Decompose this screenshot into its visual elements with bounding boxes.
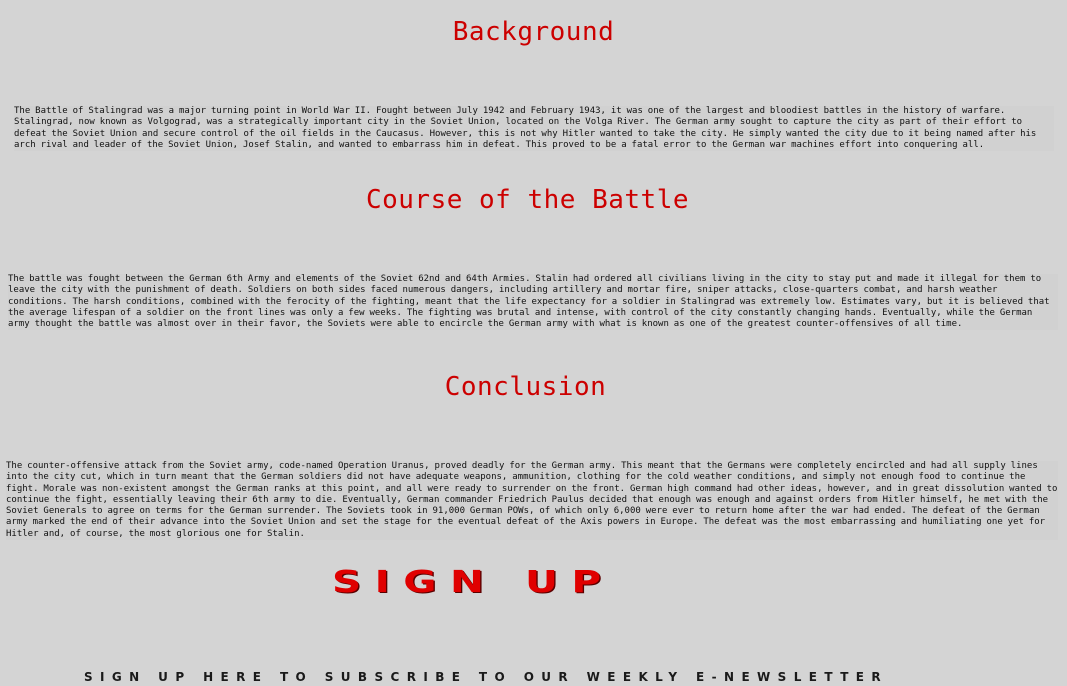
background-paragraph: The Battle of Stalingrad was a major tur… bbox=[14, 106, 1054, 152]
sign-up-button[interactable]: SIGN UP bbox=[332, 566, 791, 600]
course-of-battle-heading: Course of the Battle bbox=[365, 185, 690, 215]
course-of-battle-paragraph: The battle was fought between the German… bbox=[8, 274, 1058, 331]
sign-up-subtext: SIGN UP HERE TO SUBSCRIBE TO OUR WEEKLY … bbox=[84, 670, 889, 684]
background-heading: Background bbox=[452, 17, 615, 47]
conclusion-paragraph: The counter-offensive attack from the So… bbox=[6, 461, 1058, 541]
conclusion-heading: Conclusion bbox=[444, 372, 607, 402]
